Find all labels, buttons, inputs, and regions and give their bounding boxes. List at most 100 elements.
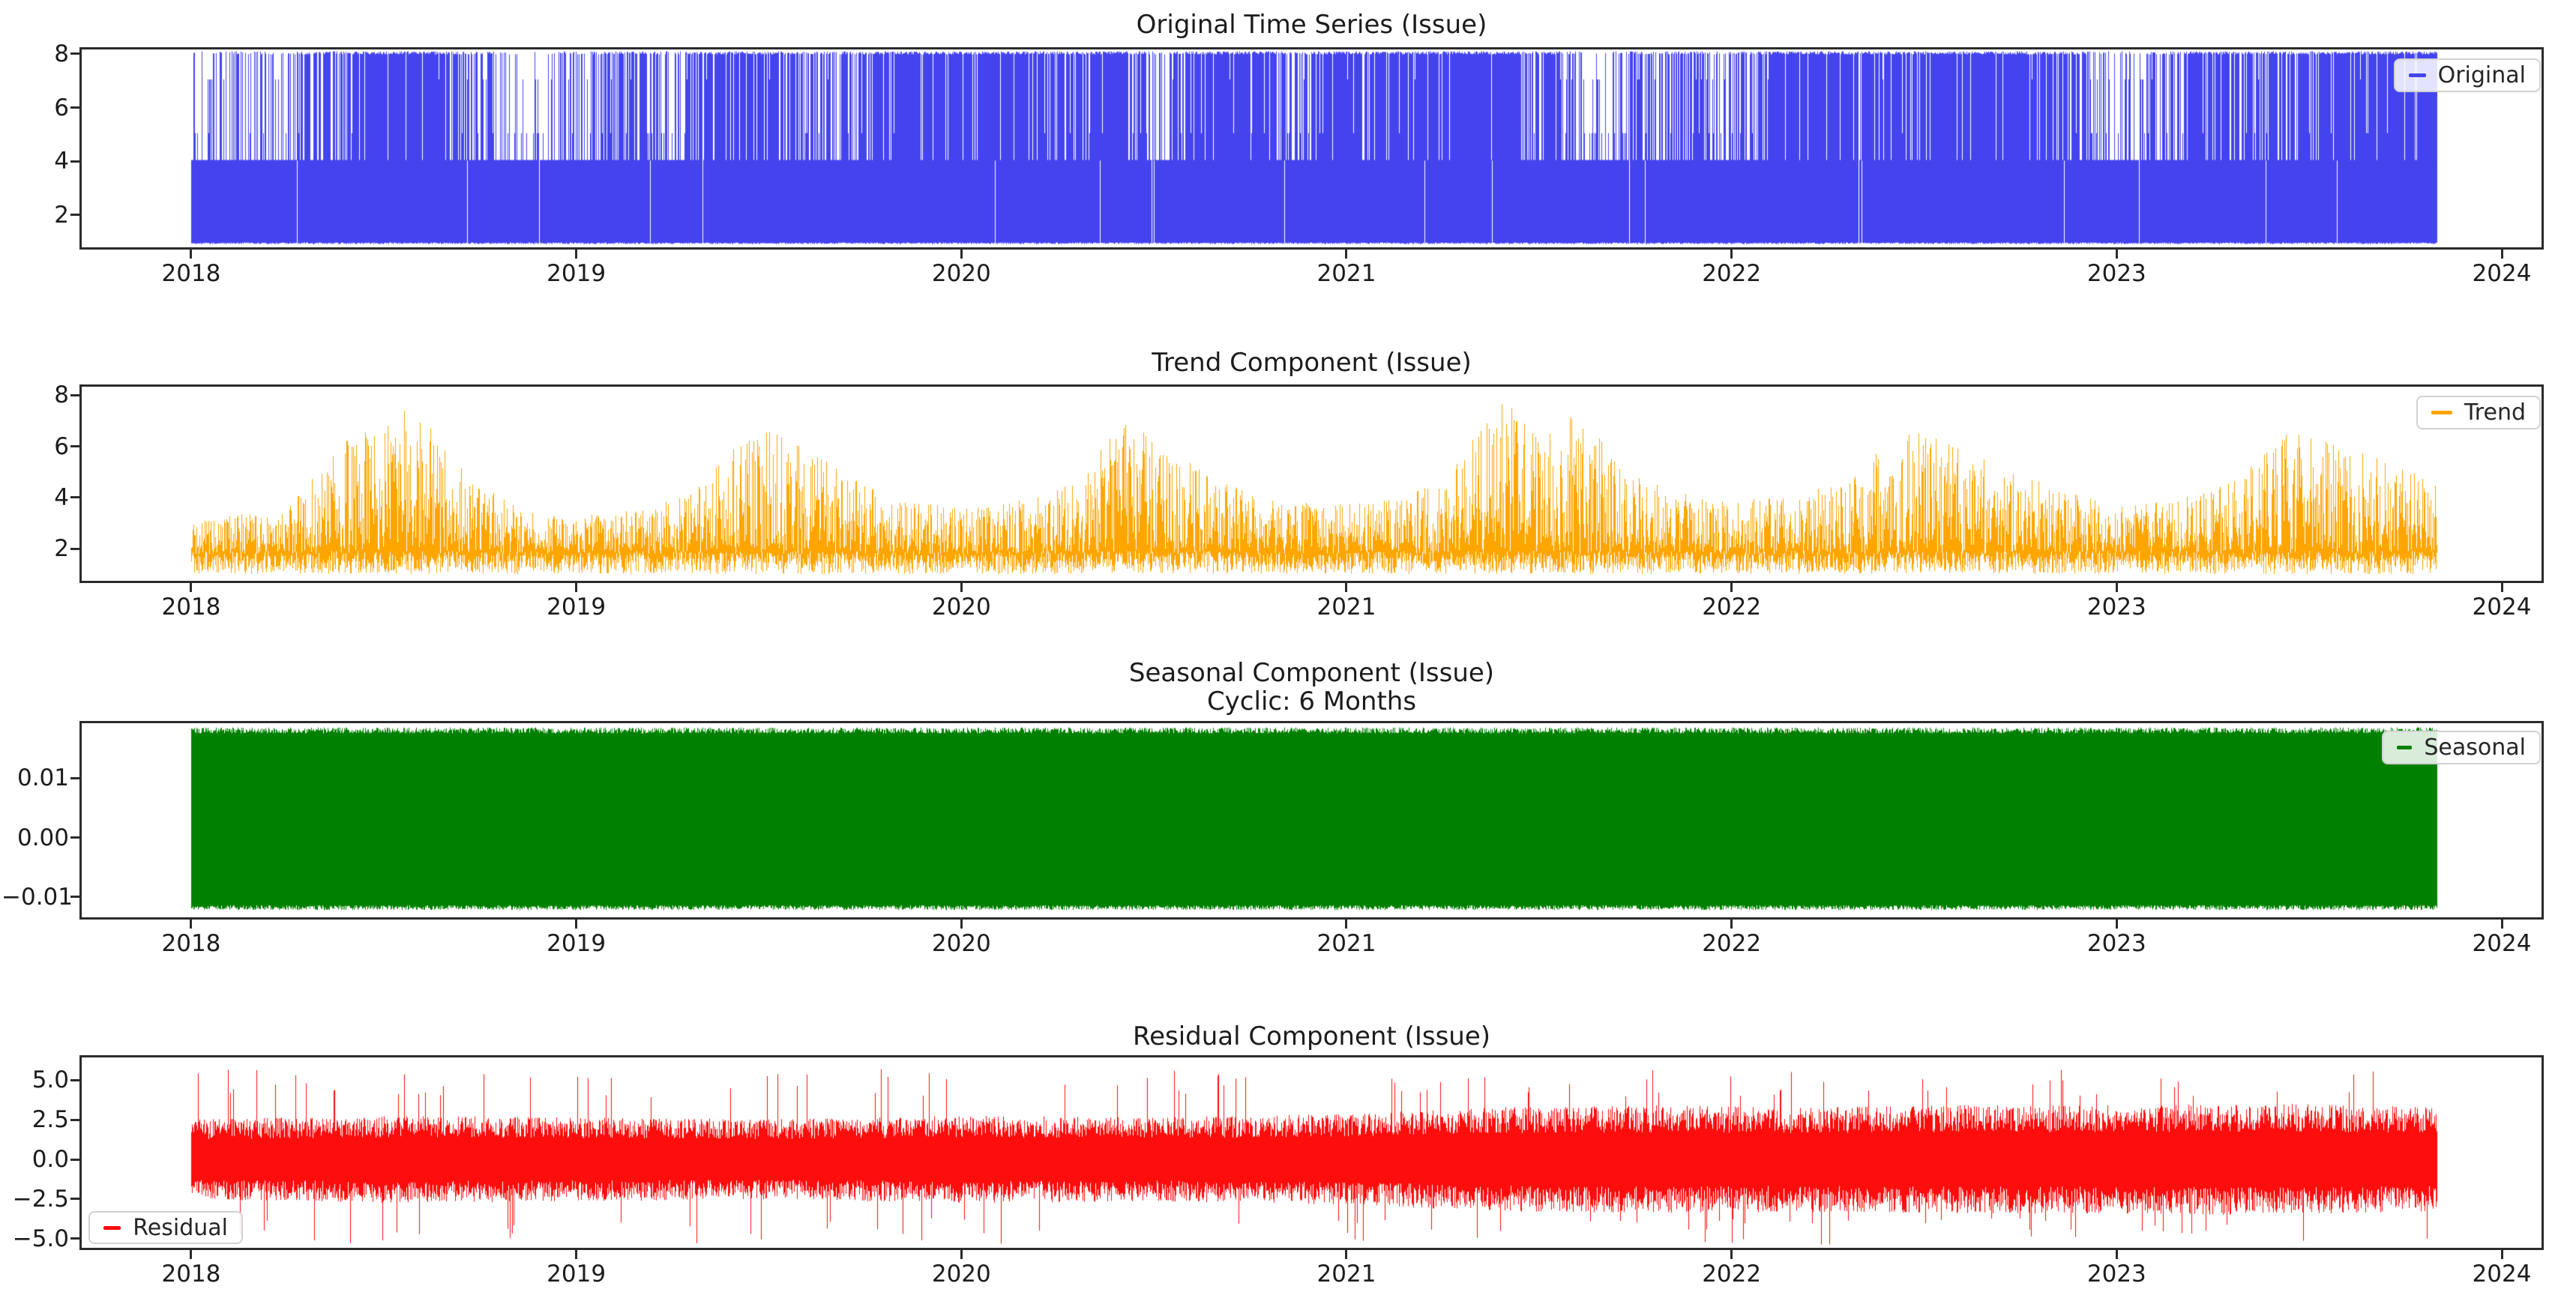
x-tick-mark (575, 250, 577, 259)
x-tick-mark (960, 920, 963, 929)
title-residual: Residual Component (Issue) (79, 1022, 2544, 1051)
y-tick-label: 0.01 (1, 764, 69, 791)
y-tick-mark (70, 160, 79, 163)
y-tick-label: 2 (1, 202, 69, 229)
x-tick-label: 2022 (1702, 594, 1761, 621)
title-original: Original Time Series (Issue) (79, 10, 2544, 39)
legend-trend: Trend (2416, 396, 2541, 429)
x-tick-label: 2024 (2473, 594, 2532, 621)
y-tick-mark (70, 52, 79, 55)
y-tick-label: 4 (1, 484, 69, 511)
x-tick-label: 2021 (1317, 260, 1376, 287)
x-tick-label: 2019 (547, 260, 606, 287)
seasonal-series-plot (82, 723, 2542, 917)
x-tick-label: 2020 (932, 1261, 991, 1288)
x-tick-label: 2019 (547, 930, 606, 957)
y-tick-mark (70, 836, 79, 839)
y-tick-label: 5.0 (1, 1066, 69, 1093)
title-original-text: Original Time Series (Issue) (1137, 10, 1487, 40)
x-tick-mark (2116, 250, 2118, 259)
original-series-plot (82, 49, 2542, 247)
trend-line-swatch (2431, 411, 2452, 414)
x-tick-mark (960, 583, 963, 592)
x-tick-label: 2021 (1317, 594, 1376, 621)
legend-original-label: Original (2438, 62, 2526, 88)
y-tick-mark (70, 106, 79, 109)
x-tick-label: 2022 (1702, 1261, 1761, 1288)
x-tick-label: 2018 (162, 1261, 221, 1288)
y-tick-mark (70, 394, 79, 396)
x-tick-label: 2021 (1317, 1261, 1376, 1288)
y-tick-mark (70, 548, 79, 550)
x-tick-mark (2116, 1250, 2118, 1259)
y-tick-mark (70, 1198, 79, 1200)
y-tick-mark (70, 496, 79, 498)
x-tick-label: 2019 (547, 594, 606, 621)
x-tick-mark (2501, 583, 2503, 592)
y-tick-mark (70, 445, 79, 447)
x-tick-label: 2022 (1702, 930, 1761, 957)
axes-seasonal (79, 721, 2544, 920)
x-tick-label: 2022 (1702, 260, 1761, 287)
x-tick-mark (1345, 1250, 1347, 1259)
x-tick-mark (1345, 920, 1347, 929)
x-tick-label: 2023 (2087, 594, 2146, 621)
title-trend: Trend Component (Issue) (79, 348, 2544, 377)
x-tick-mark (1730, 250, 1733, 259)
title-trend-text: Trend Component (Issue) (1152, 348, 1472, 378)
x-tick-mark (1345, 583, 1347, 592)
axes-original (79, 47, 2544, 250)
seasonal-line-swatch (2397, 746, 2412, 749)
y-tick-label: 8 (1, 40, 69, 67)
x-tick-mark (2501, 920, 2503, 929)
title-seasonal: Seasonal Component (Issue) Cyclic: 6 Mon… (79, 659, 2544, 716)
x-tick-mark (190, 920, 192, 929)
x-tick-mark (1730, 583, 1733, 592)
x-tick-mark (1345, 250, 1347, 259)
x-tick-mark (575, 920, 577, 929)
y-tick-label: 0.0 (1, 1146, 69, 1173)
y-tick-mark (70, 214, 79, 216)
x-tick-label: 2018 (162, 930, 221, 957)
x-tick-label: 2020 (932, 260, 991, 287)
x-tick-mark (2501, 250, 2503, 259)
x-tick-mark (1730, 920, 1733, 929)
legend-trend-label: Trend (2464, 399, 2526, 426)
decomposition-figure: Original Time Series (Issue) Trend Compo… (0, 0, 2576, 1313)
y-tick-label: 4 (1, 148, 69, 175)
x-tick-label: 2020 (932, 594, 991, 621)
legend-residual-label: Residual (133, 1215, 228, 1241)
x-tick-mark (190, 1250, 192, 1259)
x-tick-mark (960, 250, 963, 259)
legend-seasonal: Seasonal (2382, 731, 2541, 764)
x-tick-label: 2024 (2473, 930, 2532, 957)
x-tick-mark (960, 1250, 963, 1259)
y-tick-mark (70, 777, 79, 779)
y-tick-label: 6 (1, 94, 69, 121)
axes-residual (79, 1055, 2544, 1250)
y-tick-label: 6 (1, 433, 69, 460)
x-tick-label: 2021 (1317, 930, 1376, 957)
y-tick-mark (70, 1159, 79, 1161)
title-seasonal-text: Seasonal Component (Issue) (79, 659, 2544, 687)
legend-residual: Residual (88, 1211, 243, 1244)
x-tick-label: 2024 (2473, 260, 2532, 287)
y-tick-label: 8 (1, 381, 69, 408)
y-tick-label: −0.01 (1, 884, 69, 911)
x-tick-mark (575, 1250, 577, 1259)
y-tick-label: 2.5 (1, 1106, 69, 1133)
x-tick-label: 2023 (2087, 1261, 2146, 1288)
x-tick-mark (2116, 920, 2118, 929)
x-tick-label: 2020 (932, 930, 991, 957)
x-tick-mark (190, 583, 192, 592)
x-tick-mark (2116, 583, 2118, 592)
legend-original: Original (2394, 58, 2541, 92)
x-tick-mark (575, 583, 577, 592)
x-tick-label: 2024 (2473, 1261, 2532, 1288)
x-tick-label: 2019 (547, 1261, 606, 1288)
subtitle-seasonal-text: Cyclic: 6 Months (79, 687, 2544, 716)
y-tick-label: −5.0 (1, 1225, 69, 1252)
legend-seasonal-label: Seasonal (2424, 734, 2526, 761)
y-tick-label: −2.5 (1, 1186, 69, 1213)
x-tick-mark (190, 250, 192, 259)
